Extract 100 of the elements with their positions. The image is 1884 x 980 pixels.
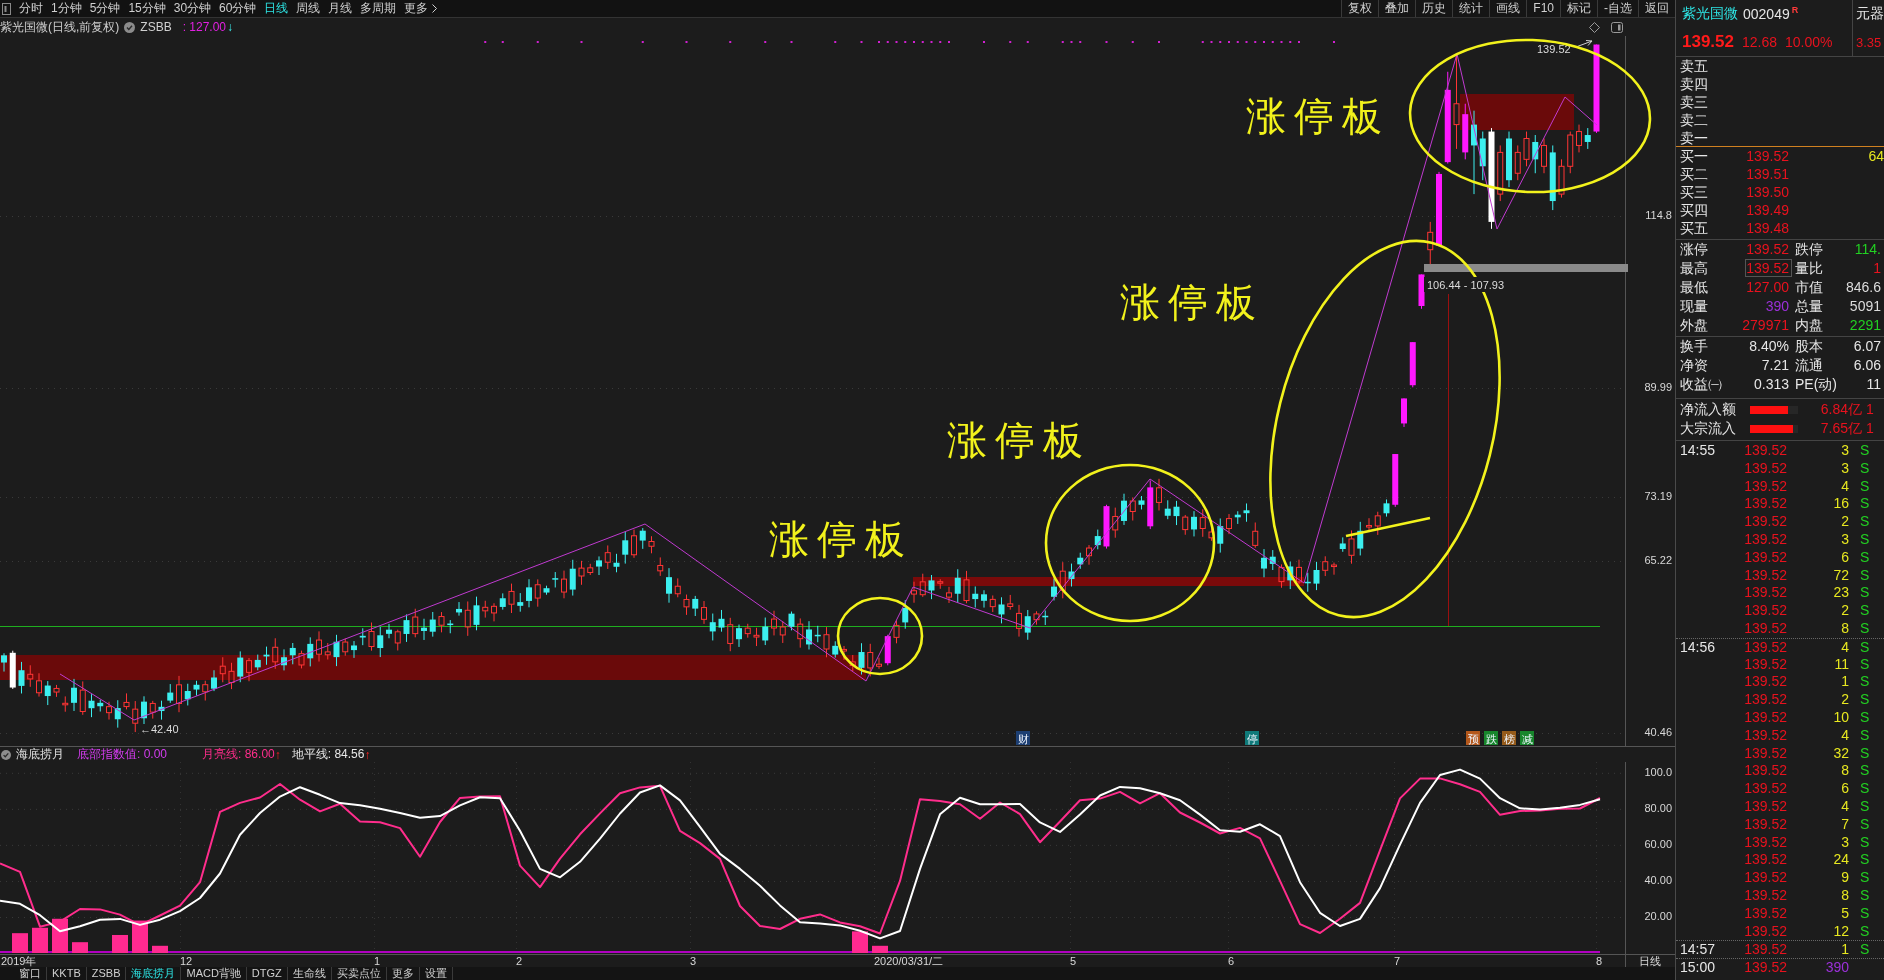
indicator-tab[interactable]: 海底捞月 [126, 967, 182, 980]
period-tab[interactable]: 15分钟 [128, 0, 166, 17]
tick-side: S [1859, 726, 1871, 745]
stat-label: 最高 [1680, 259, 1709, 278]
tick-volume: 72 [1832, 566, 1849, 585]
bid-volume: 64 [1867, 147, 1884, 165]
tick-price: 139.52 [1743, 566, 1787, 585]
tick-side: S [1859, 531, 1871, 549]
tick-side: S [1859, 762, 1871, 781]
panel-toggle-icon[interactable] [1611, 21, 1623, 33]
price-axis-label: 114.8 [1645, 208, 1672, 221]
indicator-axis-label: 20.00 [1644, 909, 1672, 922]
tick-volume: 5 [1840, 904, 1849, 923]
tick-side: S [1859, 477, 1871, 496]
period-tab[interactable]: 1分钟 [51, 0, 82, 17]
trend-arrow: ↓ [227, 20, 234, 34]
tick-price: 139.52 [1743, 833, 1787, 852]
period-tab[interactable]: 30分钟 [173, 0, 212, 17]
stat-value: 114. [1853, 240, 1882, 258]
tick-side: S [1859, 904, 1871, 923]
period-tab[interactable]: 60分钟 [219, 0, 257, 17]
check-circle-icon[interactable] [124, 21, 136, 33]
tick-side: S [1859, 638, 1871, 656]
price-axis-label: 89.99 [1644, 380, 1672, 393]
tick-time: 15:00 [1680, 959, 1717, 976]
check-circle-icon[interactable] [1, 749, 11, 760]
trend-arrow: ↑ [364, 747, 371, 762]
tick-price: 139.52 [1743, 869, 1787, 887]
bid-level-label: 买三 [1680, 183, 1709, 201]
event-tag[interactable]: 跌 [1484, 731, 1498, 745]
period-tab[interactable]: 周线 [296, 0, 321, 17]
indicator-tab[interactable]: 生命线 [287, 967, 332, 980]
period-tab[interactable]: 日线 [264, 0, 289, 17]
tick-volume: 8 [1840, 762, 1849, 781]
panel-icon[interactable] [2, 2, 11, 15]
tick-volume: 4 [1840, 726, 1849, 745]
bid-level-label: 买五 [1680, 219, 1709, 237]
tick-price: 139.52 [1743, 886, 1787, 905]
event-tag[interactable]: 停 [1245, 731, 1259, 745]
event-tag[interactable]: 财 [1016, 731, 1030, 745]
bar [872, 945, 888, 953]
indicator-tab[interactable]: MACD背驰 [181, 967, 247, 980]
stat-value: 6.07 [1852, 337, 1882, 355]
price-axis-label: 40.46 [1644, 725, 1672, 738]
stat-label: 外盘 [1680, 316, 1709, 335]
tick-price: 139.52 [1743, 959, 1787, 976]
period-tab[interactable]: 分时 [19, 0, 43, 17]
status-letter: R [1791, 5, 1799, 15]
date-axis-label: 2019年 [1, 955, 37, 967]
diamond-icon[interactable] [1589, 21, 1600, 33]
period-tab[interactable]: 多周期 [360, 0, 397, 17]
date-axis-label: 2020/03/31/二 [874, 955, 944, 967]
tick-price: 139.52 [1743, 780, 1787, 798]
date-axis-label: 12 [180, 955, 193, 967]
indicator-tab[interactable]: KKTB [47, 967, 87, 980]
event-tag[interactable]: 预 [1466, 731, 1480, 745]
indicator-axis-label: 60.00 [1644, 837, 1672, 850]
stat-label: 跌停 [1794, 240, 1824, 259]
period-tab[interactable]: 更多 [404, 0, 438, 17]
tick-side: S [1859, 833, 1871, 852]
date-axis-label: 5 [1070, 955, 1077, 967]
price-axis-label: 73.19 [1644, 489, 1672, 502]
tick-price: 139.52 [1743, 531, 1787, 549]
tick-price: 139.52 [1743, 762, 1787, 781]
tick-price: 139.52 [1743, 941, 1787, 959]
bid-price: 139.51 [1745, 165, 1789, 183]
stat-value: 279971 [1741, 316, 1790, 334]
period-tab[interactable]: 5分钟 [89, 0, 121, 17]
tick-volume: 8 [1840, 619, 1849, 638]
indicator-tab[interactable]: ZSBB [86, 967, 127, 980]
indicator-tab[interactable]: 更多 [386, 967, 420, 980]
flow-value: 1 [1865, 419, 1875, 438]
event-tag[interactable]: 榜 [1502, 731, 1516, 745]
tick-side: S [1859, 566, 1871, 585]
ask-level-label: 卖二 [1680, 111, 1709, 129]
bar [132, 920, 148, 953]
stat-value: 6.06 [1852, 356, 1882, 374]
ask-level-label: 卖三 [1680, 93, 1709, 111]
price-axis-label: 65.22 [1644, 553, 1672, 566]
tick-price: 139.52 [1743, 548, 1787, 567]
bar [72, 942, 88, 953]
tick-side: S [1859, 548, 1871, 567]
event-tag[interactable]: 减 [1520, 731, 1534, 745]
ask-level-label: 卖四 [1680, 75, 1709, 93]
indicator-tab[interactable]: 设置 [419, 967, 453, 980]
tick-side: S [1859, 691, 1871, 709]
ask-level-label: 卖五 [1680, 57, 1709, 75]
bar [152, 945, 168, 953]
tick-volume: 32 [1832, 744, 1849, 763]
tick-price: 139.52 [1743, 442, 1787, 460]
period-tab[interactable]: 月线 [328, 0, 353, 17]
indicator-tab[interactable]: DTGZ [246, 967, 288, 980]
indicator-tab[interactable]: 买卖点位 [331, 967, 387, 980]
date-axis-label: 3 [690, 955, 697, 967]
tick-volume: 3 [1840, 459, 1849, 478]
stat-value: 390 [1764, 297, 1790, 315]
tick-volume: 390 [1824, 959, 1849, 976]
chart-title: 紫光国微(日线,前复权) [0, 18, 120, 36]
indicator-tab[interactable]: 窗口 [14, 967, 47, 980]
tick-side: S [1859, 744, 1871, 763]
